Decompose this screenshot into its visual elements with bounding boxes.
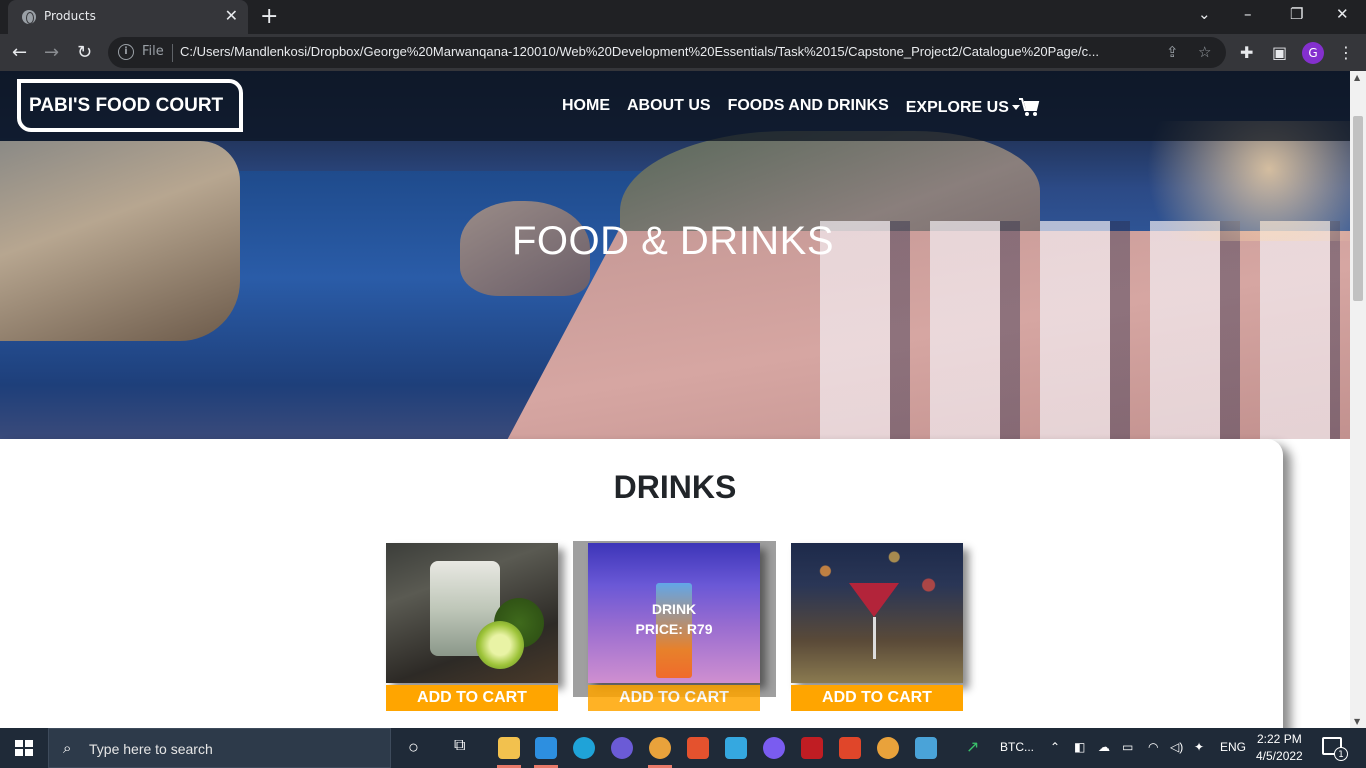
browser-tab-strip: Products ✕ + ⌄ – ❐ ✕ [0,0,1366,34]
new-tab-button[interactable]: + [260,4,278,29]
taskbar-search-box[interactable]: ⌕ Type here to search [48,728,391,768]
meet-icon[interactable]: ◧ [1074,740,1085,754]
mcafee-icon[interactable] [801,737,823,759]
section-title: DRINKS [613,469,737,505]
nav-links: HOME ABOUT US FOODS AND DRINKS EXPLORE U… [562,97,1020,117]
address-bar[interactable]: i File C:/Users/Mandlenkosi/Dropbox/Geor… [108,37,1226,68]
canva-icon[interactable] [611,737,633,759]
nav-home[interactable]: HOME [562,97,610,117]
notification-count-badge: 1 [1334,747,1348,761]
site-logo[interactable]: PABI'S FOOD COURT [17,79,243,132]
add-to-cart-button[interactable]: ADD TO CART [386,685,558,711]
clock[interactable]: 2:22 PM 4/5/2022 [1256,731,1303,765]
windows-taskbar: ⌕ Type here to search ○ ⧉ ↗ BTC... ⌃ ◧ ☁… [0,728,1366,768]
language-indicator[interactable]: ENG [1220,740,1246,754]
nav-explore-us[interactable]: EXPLORE US [906,99,1009,116]
add-to-cart-button[interactable]: ADD TO CART [588,685,760,711]
edge-icon[interactable] [573,737,595,759]
tab-search-icon[interactable]: ⌄ [1198,5,1211,23]
reload-icon[interactable]: ↻ [77,42,92,63]
clock-date: 4/5/2022 [1256,749,1303,763]
lime-slice-image [476,621,524,669]
product-card-margarita-image[interactable] [386,543,558,683]
bookmark-star-icon[interactable]: ☆ [1198,43,1211,61]
site-navbar: PABI'S FOOD COURT HOME ABOUT US FOODS AN… [0,71,1350,141]
stock-chart-icon[interactable]: ↗ [966,737,979,757]
battery-icon[interactable]: ▭ [1122,740,1133,754]
product-name: DRINK [651,601,697,617]
vscode-icon[interactable] [535,737,557,759]
onedrive-icon[interactable]: ☁ [1098,740,1110,754]
task-view-icon[interactable]: ⧉ [454,737,465,755]
back-arrow-icon[interactable]: ← [12,42,27,63]
forward-arrow-icon[interactable]: → [44,42,59,63]
minimize-icon[interactable]: – [1244,5,1252,23]
product-price: PRICE: R79 [635,621,713,637]
cortana-icon[interactable]: ○ [408,737,419,758]
page-scrollbar[interactable]: ▲ ▼ [1350,71,1366,728]
restore-icon[interactable]: ❐ [1290,5,1303,23]
close-window-icon[interactable]: ✕ [1336,5,1349,23]
product-hover-caption: DRINK PRICE: R79 [588,599,760,639]
nav-explore-us-dropdown[interactable]: EXPLORE US [906,97,1020,117]
drinks-section: DRINKS DRINK PRICE: R79 ADD TO CART ADD … [0,439,1283,728]
extensions-puzzle-icon[interactable]: ✚ [1240,43,1253,62]
chrome-icon[interactable] [649,737,671,759]
file-explorer-icon[interactable] [498,737,520,759]
scrollbar-thumb[interactable] [1353,116,1363,301]
tab-title: Products [44,9,96,23]
add-to-cart-button[interactable]: ADD TO CART [791,685,963,711]
side-panel-icon[interactable]: ▣ [1272,43,1287,62]
url-text[interactable]: C:/Users/Mandlenkosi/Dropbox/George%20Ma… [180,44,1170,59]
lightshot-icon[interactable] [725,737,747,759]
volume-icon[interactable]: ◁) [1170,740,1183,754]
ticker-text[interactable]: BTC... [1000,740,1034,754]
browser-tab[interactable]: Products ✕ [8,0,248,34]
divider [172,44,173,62]
search-icon: ⌕ [63,739,72,757]
chrome-profile-icon[interactable] [877,737,899,759]
search-placeholder: Type here to search [89,741,213,757]
glass-stem-image [873,617,876,659]
close-tab-icon[interactable]: ✕ [225,6,238,25]
figma-icon[interactable] [687,737,709,759]
wifi-icon[interactable]: ◠ [1148,740,1158,754]
clock-time: 2:22 PM [1257,732,1302,746]
bokeh-lights-image [791,543,963,683]
cart-icon[interactable] [1018,97,1040,117]
app-icon[interactable] [915,737,937,759]
product-card-martini-image[interactable] [791,543,963,683]
nav-foods-and-drinks[interactable]: FOODS AND DRINKS [728,97,889,117]
windows-start-icon[interactable] [15,740,33,756]
dropbox-icon[interactable]: ✦ [1194,740,1204,754]
hero-title: FOOD & DRINKS [511,219,835,263]
menu-kebab-icon[interactable]: ⋮ [1338,43,1354,62]
office-icon[interactable] [839,737,861,759]
profile-avatar[interactable]: G [1302,42,1324,64]
address-scheme-label: File [142,44,164,59]
browser-toolbar: ← → ↻ i File C:/Users/Mandlenkosi/Dropbo… [0,34,1366,71]
scroll-up-arrow-icon[interactable]: ▲ [1354,73,1360,82]
scroll-down-arrow-icon[interactable]: ▼ [1354,717,1360,726]
share-icon[interactable]: ⇪ [1166,43,1179,61]
info-icon[interactable]: i [118,44,134,60]
page-viewport: FOOD & DRINKS PABI'S FOOD COURT HOME ABO… [0,71,1350,728]
chevron-up-icon[interactable]: ⌃ [1050,740,1060,754]
discord-icon[interactable] [763,737,785,759]
globe-icon [22,10,36,24]
nav-about-us[interactable]: ABOUT US [627,97,711,117]
